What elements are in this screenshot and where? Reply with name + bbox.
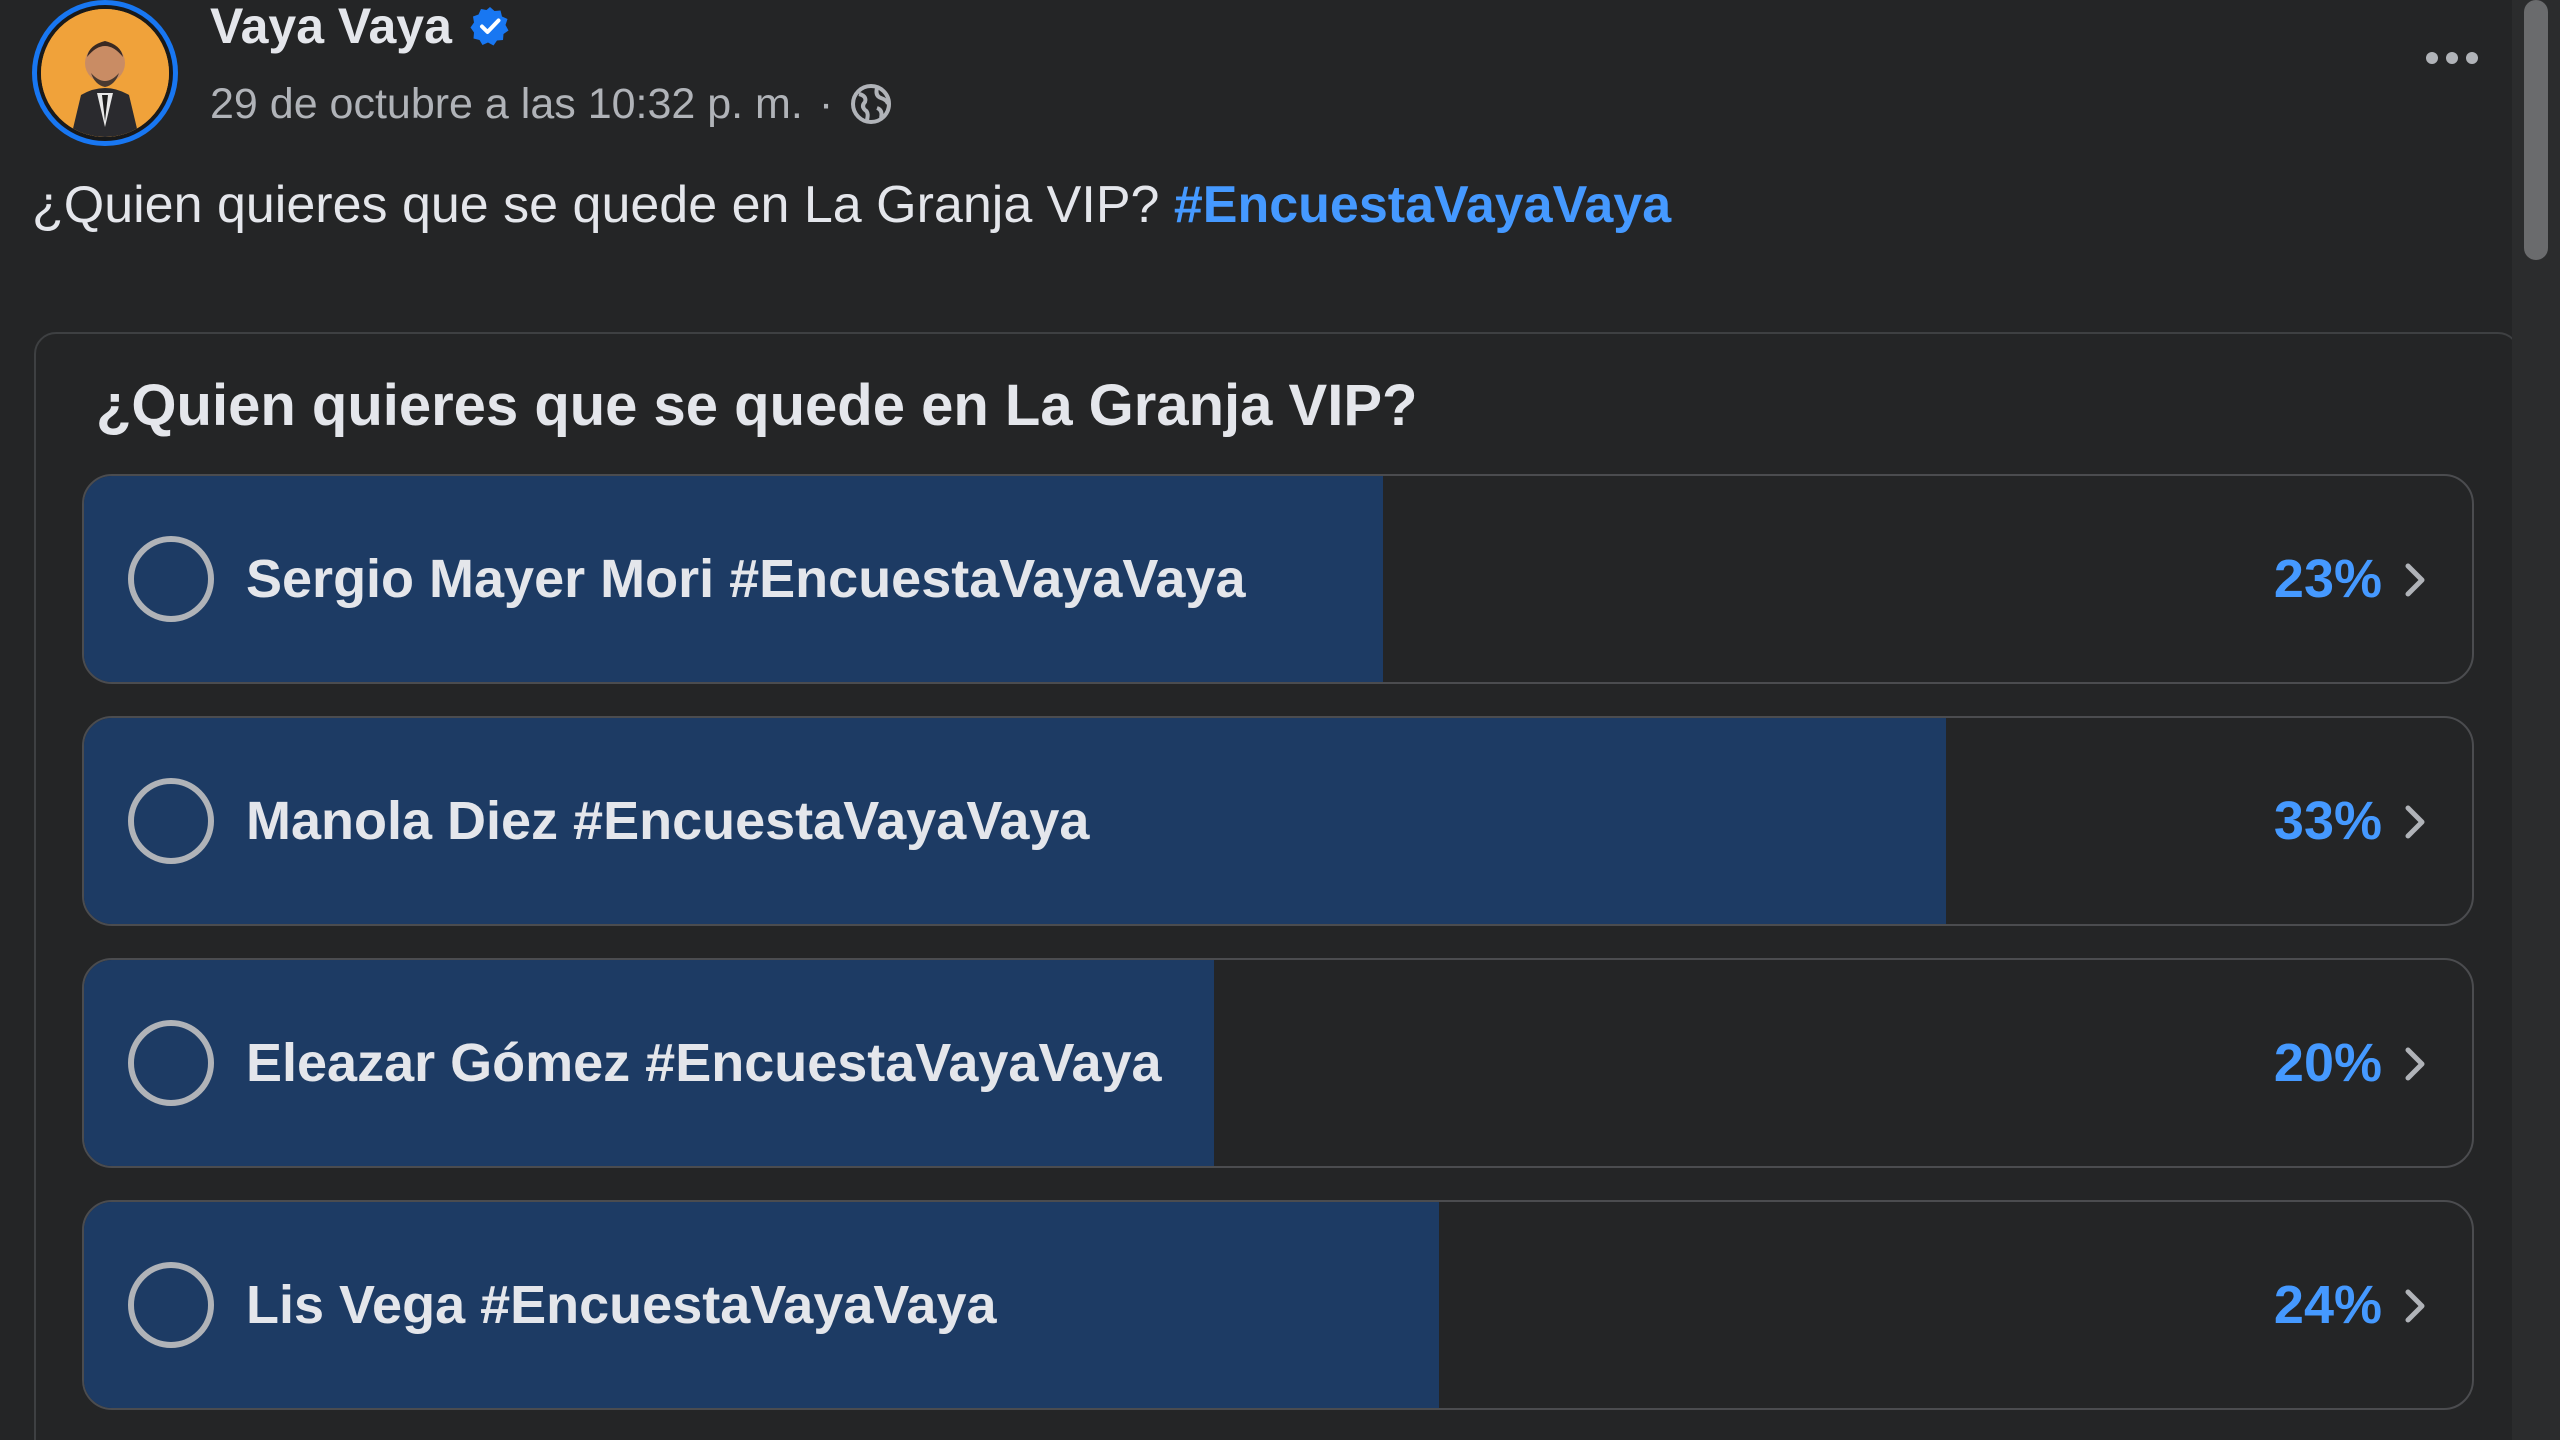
chevron-right-icon[interactable] <box>2400 800 2430 844</box>
timestamp[interactable]: 29 de octubre a las 10:32 p. m. <box>210 76 803 132</box>
poll-option-label: Eleazar Gómez #EncuestaVayaVaya <box>246 1033 1162 1093</box>
poll-option-percent: 23% <box>2273 549 2382 609</box>
poll: ¿Quien quieres que se quede en La Granja… <box>34 332 2520 1440</box>
poll-option-percent: 20% <box>2273 1033 2382 1093</box>
poll-option-label: Lis Vega #EncuestaVayaVaya <box>246 1275 997 1335</box>
chevron-right-icon[interactable] <box>2400 1042 2430 1086</box>
meta-separator: · <box>818 80 834 128</box>
poll-option[interactable]: Manola Diez #EncuestaVayaVaya 33% <box>82 716 2474 926</box>
avatar-image <box>37 5 173 141</box>
author-name[interactable]: Vaya Vaya <box>210 0 510 56</box>
poll-question: ¿Quien quieres que se quede en La Granja… <box>96 373 1418 438</box>
radio-button[interactable] <box>128 1262 214 1348</box>
poll-option-percent: 24% <box>2273 1275 2382 1335</box>
radio-button[interactable] <box>128 778 214 864</box>
more-dot-icon <box>2426 52 2438 64</box>
radio-button[interactable] <box>128 536 214 622</box>
author-label[interactable]: Vaya Vaya <box>210 0 452 56</box>
radio-button[interactable] <box>128 1020 214 1106</box>
poll-option-percent: 33% <box>2273 791 2382 851</box>
more-dot-icon <box>2466 52 2478 64</box>
hashtag-link[interactable]: #EncuestaVayaVaya <box>1174 176 1671 234</box>
scrollbar[interactable] <box>2512 0 2560 1440</box>
poll-option-label: Manola Diez #EncuestaVayaVaya <box>246 791 1090 851</box>
avatar[interactable] <box>32 0 178 146</box>
post-text: ¿Quien quieres que se quede en La Granja… <box>32 172 1671 238</box>
poll-option[interactable]: Eleazar Gómez #EncuestaVayaVaya 20% <box>82 958 2474 1168</box>
post-meta: 29 de octubre a las 10:32 p. m. · <box>210 76 893 132</box>
verified-badge-icon <box>470 7 509 46</box>
globe-icon[interactable] <box>849 82 893 126</box>
poll-option-label: Sergio Mayer Mori #EncuestaVayaVaya <box>246 549 1246 609</box>
poll-option[interactable]: Sergio Mayer Mori #EncuestaVayaVaya 23% <box>82 474 2474 684</box>
chevron-right-icon[interactable] <box>2400 1284 2430 1328</box>
poll-option[interactable]: Lis Vega #EncuestaVayaVaya 24% <box>82 1200 2474 1410</box>
more-dot-icon <box>2446 52 2458 64</box>
post-body-text: ¿Quien quieres que se quede en La Granja… <box>32 176 1160 234</box>
scrollbar-thumb[interactable] <box>2524 0 2548 260</box>
facebook-post: Vaya Vaya 29 de octubre a las 10:32 p. m… <box>0 0 2560 1440</box>
more-options-button[interactable] <box>2410 28 2494 88</box>
chevron-right-icon[interactable] <box>2400 558 2430 602</box>
